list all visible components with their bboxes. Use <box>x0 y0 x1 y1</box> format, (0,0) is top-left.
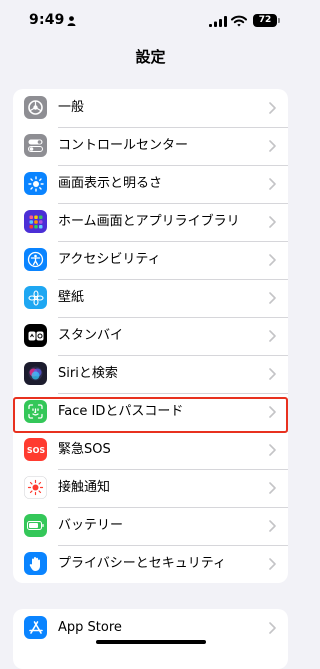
settings-row-label: スタンバイ <box>58 328 124 343</box>
settings-row-label: 一般 <box>58 100 85 115</box>
settings-row-accessibility[interactable]: アクセシビリティ <box>13 241 288 279</box>
battery-tip <box>278 18 280 23</box>
battery-indicator: 72 <box>253 14 277 27</box>
chevron-right-icon <box>269 216 276 228</box>
page-title: 設定 <box>135 48 166 66</box>
sos-icon: SOS <box>24 438 47 461</box>
face-id-highlight-frame <box>13 397 288 433</box>
settings-group-main: 一般 コントロールセンター 画面表示と明るさ ホーム画面とアプリライブラリ アク… <box>13 89 288 583</box>
status-time: 9:49 <box>29 12 65 28</box>
settings-row-siri-search[interactable]: Siriと検索 <box>13 355 288 393</box>
settings-row-label: コントロールセンター <box>58 138 189 153</box>
settings-row-label: 接触通知 <box>58 480 111 495</box>
gear-icon <box>24 96 47 119</box>
chevron-right-icon <box>269 292 276 304</box>
accessibility-icon <box>24 248 47 271</box>
person-icon <box>67 16 76 26</box>
svg-text:SOS: SOS <box>26 446 45 455</box>
hand-icon <box>24 552 47 575</box>
chevron-right-icon <box>269 140 276 152</box>
chevron-right-icon <box>269 558 276 570</box>
chevron-right-icon <box>269 520 276 532</box>
standby-icon <box>24 324 47 347</box>
settings-row-label: ホーム画面とアプリライブラリ <box>58 214 240 229</box>
chevron-right-icon <box>269 178 276 190</box>
home-indicator[interactable] <box>96 640 206 644</box>
chevron-right-icon <box>269 254 276 266</box>
settings-row-emergency-sos[interactable]: SOS 緊急SOS <box>13 431 288 469</box>
status-bar: 9:49 72 <box>0 0 301 40</box>
settings-row-label: 画面表示と明るさ <box>58 176 163 191</box>
settings-row-label: Siriと検索 <box>58 366 118 381</box>
exposure-notification-icon <box>24 476 47 499</box>
chevron-right-icon <box>269 330 276 342</box>
settings-row-home-screen[interactable]: ホーム画面とアプリライブラリ <box>13 203 288 241</box>
app-grid-icon <box>24 210 47 233</box>
cellular-signal-icon <box>209 16 227 27</box>
settings-row-exposure-notifications[interactable]: 接触通知 <box>13 469 288 507</box>
settings-row-wallpaper[interactable]: 壁紙 <box>13 279 288 317</box>
brightness-icon <box>24 172 47 195</box>
settings-row-control-center[interactable]: コントロールセンター <box>13 127 288 165</box>
battery-icon <box>24 514 47 537</box>
settings-row-battery[interactable]: バッテリー <box>13 507 288 545</box>
settings-group-store: App Store <box>13 609 288 669</box>
settings-row-label: 壁紙 <box>58 290 85 305</box>
wifi-icon <box>231 15 247 27</box>
settings-row-general[interactable]: 一般 <box>13 89 288 127</box>
siri-icon <box>24 362 47 385</box>
settings-row-label: 緊急SOS <box>58 442 111 457</box>
settings-row-label: アクセシビリティ <box>58 252 161 267</box>
settings-row-display-brightness[interactable]: 画面表示と明るさ <box>13 165 288 203</box>
chevron-right-icon <box>269 482 276 494</box>
toggles-icon <box>24 134 47 157</box>
settings-row-privacy-security[interactable]: プライバシーとセキュリティ <box>13 545 288 583</box>
chevron-right-icon <box>269 368 276 380</box>
chevron-right-icon <box>269 102 276 114</box>
app-store-icon <box>24 616 47 639</box>
settings-row-label: バッテリー <box>58 518 124 533</box>
settings-row-label: プライバシーとセキュリティ <box>58 556 226 571</box>
chevron-right-icon <box>269 622 276 634</box>
wallpaper-flower-icon <box>24 286 47 309</box>
chevron-right-icon <box>269 444 276 456</box>
settings-row-standby[interactable]: スタンバイ <box>13 317 288 355</box>
